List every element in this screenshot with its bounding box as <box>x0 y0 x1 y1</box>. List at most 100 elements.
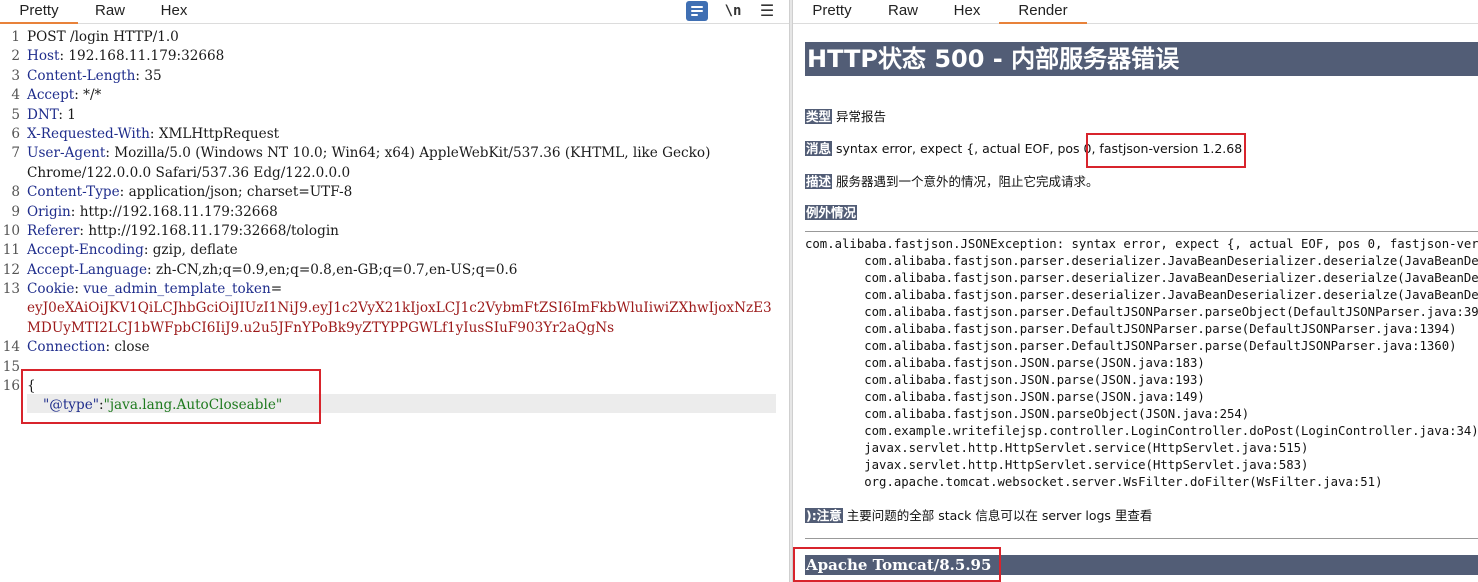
header-value: 35 <box>144 67 162 84</box>
stack-trace-line: com.alibaba.fastjson.JSON.parse(JSON.jav… <box>805 390 1205 404</box>
code-line[interactable]: 5 DNT: 1 <box>0 106 789 125</box>
header-name: Accept-Language <box>27 261 148 278</box>
code-line[interactable]: 1 POST /login HTTP/1.0 <box>0 28 789 47</box>
tab-render[interactable]: Render <box>999 0 1087 24</box>
line-content: Accept-Encoding: gzip, deflate <box>27 241 238 260</box>
code-line[interactable]: 9 Origin: http://192.168.11.179:32668 <box>0 203 789 222</box>
tab-pretty[interactable]: Pretty <box>793 0 871 24</box>
error-title: HTTP状态 500 - 内部服务器错误 <box>805 42 1478 76</box>
header-value: http://192.168.11.179:32668/tologin <box>88 222 339 239</box>
stack-trace-line: javax.servlet.http.HttpServlet.service(H… <box>805 458 1309 472</box>
line-content: Content-Length: 35 <box>27 67 162 86</box>
divider-line <box>805 231 1478 232</box>
line-number: 1 <box>11 29 20 45</box>
code-line[interactable]: 6 X-Requested-With: XMLHttpRequest <box>0 125 789 144</box>
header-separator: : <box>79 222 89 239</box>
stack-trace-line: org.apache.tomcat.websocket.server.WsFil… <box>805 475 1383 489</box>
cookie-value: MDUyMTI2LCJ1bWFpbCI6IiJ9.u2u5JFnYPoBk9yZ… <box>27 319 615 336</box>
header-separator: : <box>143 242 153 259</box>
message-label: 消息 <box>805 141 833 156</box>
line-number: 11 <box>2 242 20 259</box>
stack-trace-line: com.alibaba.fastjson.JSON.parse(JSON.jav… <box>805 373 1205 387</box>
exception-label: 例外情况 <box>805 205 858 220</box>
tab-hex[interactable]: Hex <box>142 0 206 24</box>
code-line[interactable]: 2 Host: 192.168.11.179:32668 <box>0 47 789 66</box>
line-content: Connection: close <box>27 338 150 357</box>
stack-trace-line: com.alibaba.fastjson.parser.DefaultJSONP… <box>805 322 1457 336</box>
response-tabbar: Pretty Raw Hex Render <box>793 0 1478 24</box>
line-number: 4 <box>11 87 20 104</box>
note-row: ):注意 主要问题的全部 stack 信息可以在 server logs 里查看 <box>805 507 1152 525</box>
fastjson-version-annotation-box <box>1086 133 1246 168</box>
line-number: 2 <box>11 48 20 65</box>
line-content: MDUyMTI2LCJ1bWFpbCI6IiJ9.u2u5JFnYPoBk9yZ… <box>27 319 614 338</box>
line-number: 14 <box>2 339 20 356</box>
code-line[interactable]: 12 Accept-Language: zh-CN,zh;q=0.9,en;q=0… <box>0 261 789 280</box>
header-name: DNT <box>27 106 59 123</box>
code-line[interactable]: 7 User-Agent: Mozilla/5.0 (Windows NT 10.… <box>0 144 789 163</box>
type-label: 类型 <box>805 109 833 124</box>
code-line[interactable]: MDUyMTI2LCJ1bWFpbCI6IiJ9.u2u5JFnYPoBk9yZ… <box>0 319 789 338</box>
line-content: X-Requested-With: XMLHttpRequest <box>27 125 279 144</box>
tab-raw[interactable]: Raw <box>78 0 142 24</box>
line-content: Referer: http://192.168.11.179:32668/tol… <box>27 222 339 241</box>
code-line[interactable]: 4 Accept: */* <box>0 86 789 105</box>
header-name: Content-Length <box>27 67 136 84</box>
header-separator: : <box>58 106 68 123</box>
stack-trace-line: com.example.writefilejsp.controller.Logi… <box>805 424 1478 438</box>
header-value: http://192.168.11.179:32668 <box>79 203 278 220</box>
cookie-name: vue_admin_template_token <box>83 281 271 298</box>
note-value: 主要问题的全部 stack 信息可以在 server logs 里查看 <box>846 508 1153 523</box>
header-separator: : <box>70 203 80 220</box>
code-line[interactable]: 11 Accept-Encoding: gzip, deflate <box>0 241 789 260</box>
show-newlines-icon[interactable]: \n <box>722 1 744 21</box>
line-number: 6 <box>11 125 20 142</box>
line-text: POST /login HTTP/1.0 <box>27 29 179 45</box>
request-editor[interactable]: 1 POST /login HTTP/1.0 2 Host: 192.168.11.1… <box>0 28 789 416</box>
code-line[interactable]: 8 Content-Type: application/json; charset… <box>0 183 789 202</box>
tab-raw[interactable]: Raw <box>871 0 935 24</box>
code-line[interactable]: Chrome/122.0.0.0 Safari/537.36 Edg/122.0… <box>0 164 789 183</box>
header-separator: : <box>149 125 159 142</box>
header-value: 1 <box>67 106 76 123</box>
tab-hex[interactable]: Hex <box>935 0 999 24</box>
header-separator: : <box>119 184 129 201</box>
tomcat-version-annotation-box <box>793 547 1001 582</box>
stack-trace-line: com.alibaba.fastjson.parser.deserializer… <box>864 271 1478 285</box>
type-value: 异常报告 <box>836 109 887 124</box>
line-content: Content-Type: application/json; charset=… <box>27 183 352 202</box>
header-name: Accept <box>27 87 75 104</box>
type-row: 类型 异常报告 <box>805 108 886 126</box>
header-name: User-Agent <box>27 145 106 162</box>
menu-icon[interactable]: ☰ <box>756 1 778 21</box>
response-pane: Pretty Raw Hex Render HTTP状态 500 - 内部服务器… <box>793 0 1478 582</box>
header-separator: : <box>74 87 84 104</box>
note-label: ):注意 <box>805 508 843 523</box>
code-line[interactable]: 14 Connection: close <box>0 338 789 357</box>
code-line[interactable]: 13 Cookie: vue_admin_template_token= <box>0 280 789 299</box>
header-separator: : <box>105 145 115 162</box>
request-pane: Pretty Raw Hex \n ☰ 1 POST /login HTTP/1.… <box>0 0 789 582</box>
header-name: Accept-Encoding <box>27 242 144 259</box>
stack-trace-line: javax.servlet.http.HttpServlet.service(H… <box>805 441 1309 455</box>
header-name: Referer <box>27 222 80 239</box>
description-row: 描述 服务器遇到一个意外的情况，阻止它完成请求。 <box>805 173 1099 191</box>
tab-pretty[interactable]: Pretty <box>0 0 78 24</box>
code-line[interactable]: 3 Content-Length: 35 <box>0 67 789 86</box>
line-number: 16 <box>2 378 20 395</box>
header-name: Cookie <box>27 281 75 298</box>
cookie-value: eyJ0eXAiOiJKV1QiLCJhbGciOiJIUzI1NiJ9.eyJ… <box>27 300 772 317</box>
stack-trace: com.alibaba.fastjson.JSONException: synt… <box>805 236 1478 491</box>
word-wrap-icon[interactable] <box>686 1 708 21</box>
exception-row: 例外情况 <box>805 204 861 222</box>
line-content: Accept: */* <box>27 86 101 105</box>
stack-trace-line: com.alibaba.fastjson.parser.DefaultJSONP… <box>805 305 1478 319</box>
code-line[interactable]: 10 Referer: http://192.168.11.179:32668/t… <box>0 222 789 241</box>
line-number: 8 <box>11 184 20 201</box>
header-value: gzip, deflate <box>152 242 238 259</box>
description-value: 服务器遇到一个意外的情况，阻止它完成请求。 <box>836 174 1099 189</box>
header-name: X-Requested-With <box>27 125 150 142</box>
code-line[interactable]: eyJ0eXAiOiJKV1QiLCJhbGciOiJIUzI1NiJ9.eyJ… <box>0 299 789 318</box>
header-value: Mozilla/5.0 (Windows NT 10.0; Win64; x64… <box>114 145 711 162</box>
cookie-equals: = <box>270 281 283 298</box>
